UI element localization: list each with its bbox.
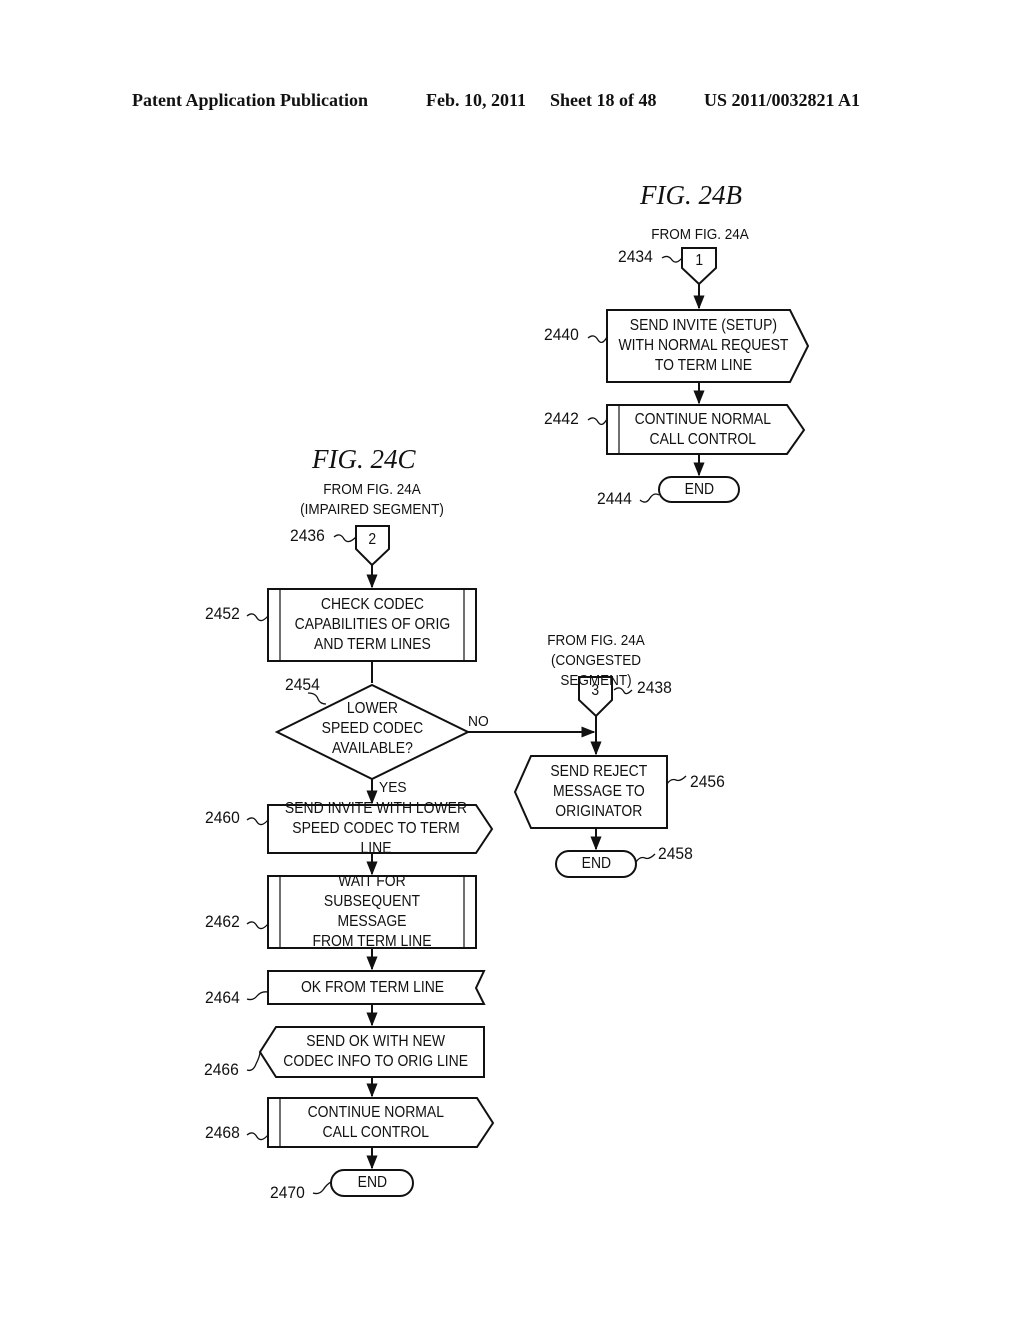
- ref-2434: 2434: [618, 247, 653, 266]
- ref-2464: 2464: [205, 988, 240, 1007]
- connector-3-label: 3: [591, 682, 600, 699]
- decision-yes-label: YES: [379, 779, 407, 796]
- ref-2460: 2460: [205, 808, 240, 827]
- connector-1-label: 1: [695, 252, 703, 269]
- ref-2466: 2466: [204, 1060, 239, 1079]
- step-2456-text: SEND REJECT MESSAGE TO ORIGINATOR: [550, 763, 648, 820]
- ref-2454: 2454: [285, 675, 320, 694]
- step-2442-text: CONTINUE NORMAL CALL CONTROL: [634, 410, 772, 448]
- step-2460-text: SEND INVITE WITH LOWER SPEED CODEC TO TE…: [284, 800, 468, 857]
- ref-2440: 2440: [544, 325, 579, 344]
- fig-24b-source-label: FROM FIG. 24A: [651, 226, 749, 243]
- ref-2458: 2458: [658, 844, 693, 863]
- step-2464-text: OK FROM TERM LINE: [301, 978, 445, 996]
- step-2458-text: END: [581, 855, 611, 872]
- step-2452-text: CHECK CODEC CAPABILITIES OF ORIG AND TER…: [294, 596, 450, 653]
- ref-2442: 2442: [544, 409, 579, 428]
- step-2466-text: SEND OK WITH NEW CODEC INFO TO ORIG LINE: [283, 1033, 469, 1070]
- ref-2444: 2444: [597, 489, 632, 508]
- fig-24c-source-label: FROM FIG. 24A (IMPAIRED SEGMENT): [300, 481, 444, 518]
- flowchart-canvas: [246, 247, 810, 1197]
- decision-no-label: NO: [468, 713, 489, 730]
- ref-2452: 2452: [205, 604, 240, 623]
- step-2444-text: END: [684, 480, 714, 498]
- ref-2462: 2462: [205, 912, 240, 931]
- ref-2468: 2468: [205, 1123, 240, 1142]
- step-2462-text: WAIT FOR SUBSEQUENT MESSAGE FROM TERM LI…: [312, 873, 432, 950]
- fig-24c-title: FIG. 24C: [312, 444, 416, 474]
- ref-2470: 2470: [270, 1183, 305, 1202]
- step-2454-text: LOWER SPEED CODEC AVAILABLE?: [321, 700, 423, 757]
- ref-2436: 2436: [290, 526, 325, 545]
- step-2468-text: CONTINUE NORMAL CALL CONTROL: [307, 1103, 445, 1141]
- step-2470-text: END: [357, 1174, 387, 1191]
- ref-2438: 2438: [637, 678, 672, 697]
- ref-2456: 2456: [690, 772, 725, 791]
- step-2440-text: SEND INVITE (SETUP) WITH NORMAL REQUEST …: [618, 317, 789, 374]
- fig-24b-title: FIG. 24B: [640, 180, 742, 210]
- connector-2-label: 2: [368, 531, 377, 548]
